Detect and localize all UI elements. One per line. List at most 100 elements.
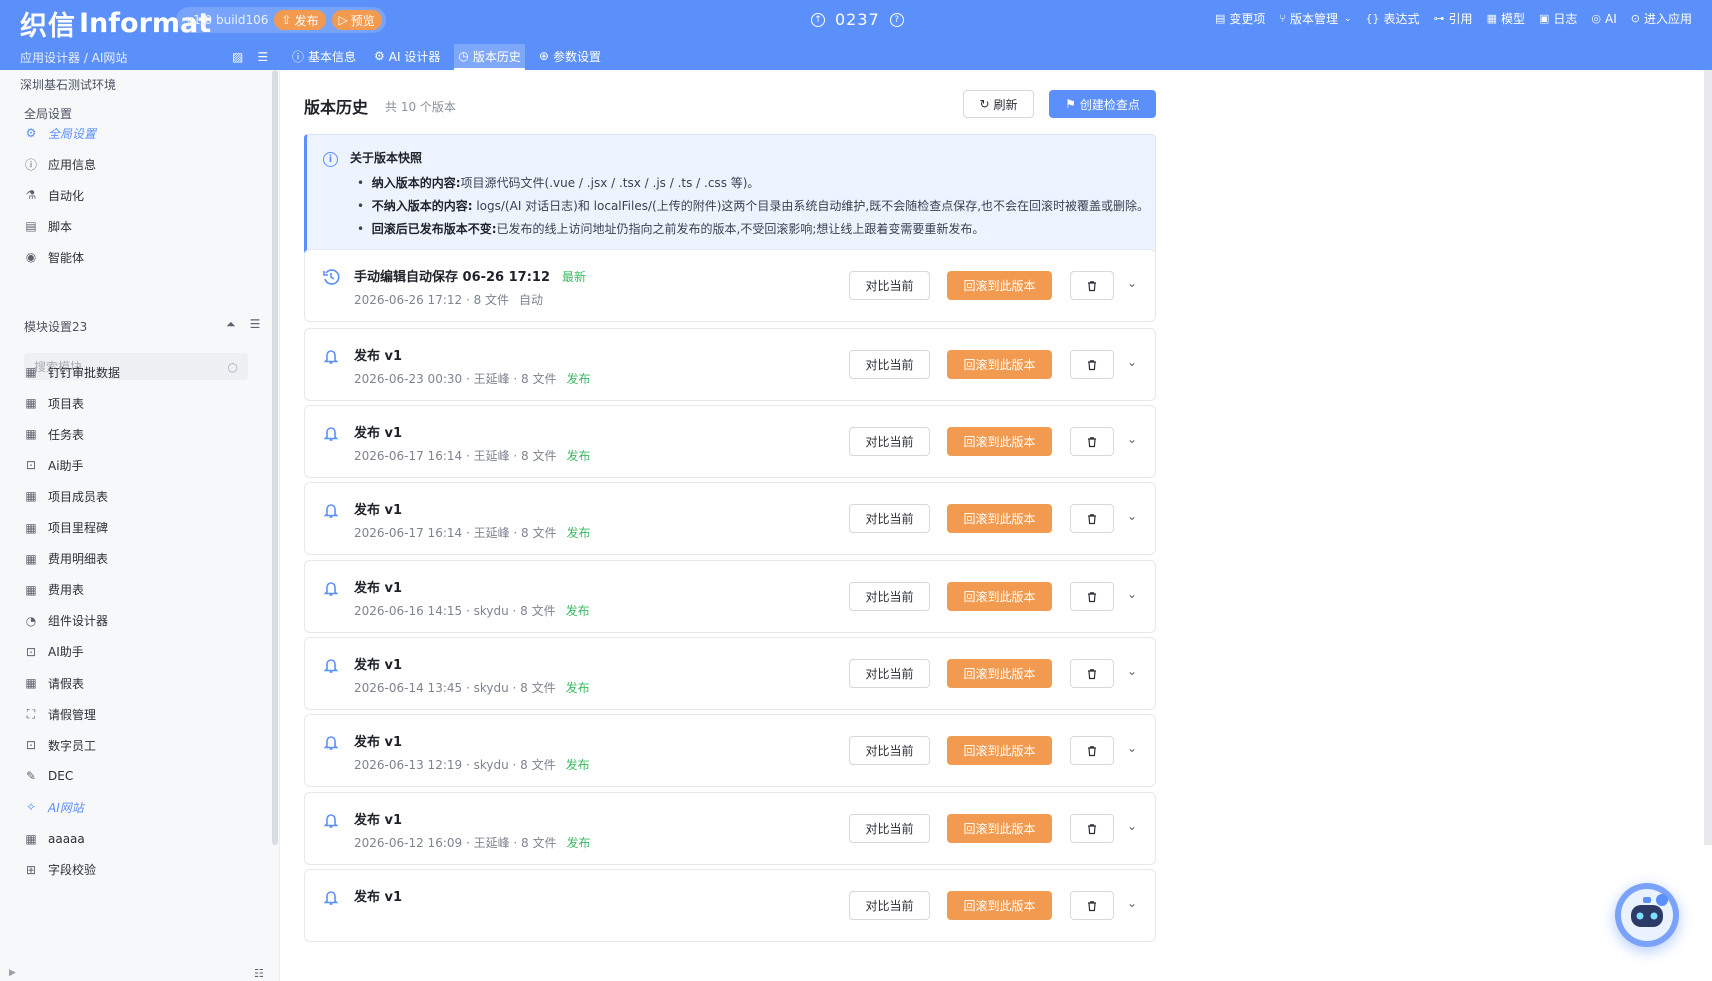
chevron-down-icon[interactable]: ⌄ (1127, 276, 1137, 290)
sidebar-item[interactable]: ⚗ 自动化 (24, 185, 84, 205)
sidebar-module-item[interactable]: ▦ 项目成员表 (24, 486, 108, 506)
sidebar-module-item[interactable]: ▦ 钉钉审批数据 (24, 362, 120, 382)
checkpoint-label: 创建检查点 (1079, 97, 1140, 112)
version-title-text: 发布 v1 (354, 503, 403, 518)
top-menu-item[interactable]: ▣ 日志 (1539, 10, 1577, 27)
image-icon: ▣ (1538, 12, 1550, 25)
rollback-button[interactable]: 回滚到此版本 (947, 350, 1052, 379)
top-menu-item[interactable]: ▦ 模型 (1487, 10, 1525, 27)
rollback-button[interactable]: 回滚到此版本 (947, 582, 1052, 611)
chevron-down-icon[interactable]: ⌄ (1127, 741, 1137, 755)
delete-button[interactable] (1070, 504, 1114, 533)
sidebar-module-item[interactable]: ◔ 组件设计器 (24, 611, 108, 631)
compare-button[interactable]: 对比当前 (849, 736, 930, 765)
breadcrumb[interactable]: 应用设计器 / AI网站 (20, 49, 127, 66)
compare-button[interactable]: 对比当前 (849, 271, 930, 300)
version-meta-text: 2026-06-23 00:30 · 王延峰 · 8 文件 (354, 372, 557, 386)
ai-web-icon: ✧ (25, 800, 37, 815)
sidebar-module-item[interactable]: ⊡ 数字员工 (24, 735, 96, 755)
sidebar-module-item[interactable]: ⛶ 请假管理 (24, 704, 96, 724)
expand-caret-icon[interactable]: ▶ (9, 968, 16, 978)
sidebar-module-item[interactable]: ▦ 项目表 (24, 393, 84, 413)
list-icon[interactable]: ☰ (257, 50, 268, 64)
note-icon[interactable]: ▨ (232, 50, 243, 64)
sidebar-item[interactable]: ⓘ 应用信息 (24, 154, 96, 174)
sidebar-item-label: 数字员工 (48, 738, 97, 753)
info-icon: ⓘ (24, 157, 37, 172)
chevron-down-icon[interactable]: ⌄ (1127, 432, 1137, 446)
page-scrollbar[interactable] (1704, 70, 1712, 845)
delete-button[interactable] (1070, 427, 1114, 456)
sidebar-module-item[interactable]: ✎ DEC (24, 766, 73, 786)
sidebar-module-item[interactable]: ⊡ AI助手 (24, 642, 84, 662)
bell-icon (322, 501, 340, 519)
sidebar-scrollbar[interactable] (272, 70, 278, 845)
sidebar-item[interactable]: ◉ 智能体 (24, 247, 84, 267)
table-icon: ▦ (25, 489, 37, 504)
top-menu-item[interactable]: ▤ 变更项 (1215, 10, 1265, 27)
sidebar-module-item[interactable]: ▦ 费用明细表 (24, 549, 108, 569)
delete-button[interactable] (1070, 271, 1114, 300)
refresh-button[interactable]: ↻ 刷新 (963, 90, 1034, 118)
upload-icon: ⇧ (281, 13, 292, 27)
delete-button[interactable] (1070, 736, 1114, 765)
delete-button[interactable] (1070, 814, 1114, 843)
preview-button[interactable]: ▷ 预览 (331, 10, 382, 30)
top-menu-item[interactable]: ◎ AI (1591, 12, 1616, 26)
sidebar-module-item[interactable]: ⊞ 字段校验 (24, 860, 96, 880)
ai-assistant-button[interactable] (1615, 883, 1679, 947)
rollback-button[interactable]: 回滚到此版本 (947, 736, 1052, 765)
delete-button[interactable] (1070, 659, 1114, 688)
rollback-button[interactable]: 回滚到此版本 (947, 659, 1052, 688)
compare-button[interactable]: 对比当前 (849, 582, 930, 611)
sidebar-module-item[interactable]: ▦ 任务表 (24, 424, 84, 444)
sidebar-item[interactable]: ⚙ 全局设置 (24, 123, 96, 143)
delete-button[interactable] (1070, 891, 1114, 920)
compare-button[interactable]: 对比当前 (849, 350, 930, 379)
sidebar-module-item[interactable]: ⊡ Ai助手 (24, 455, 84, 475)
globe-icon: ⊕ (538, 49, 549, 63)
link-icon: ⊶ (1433, 12, 1445, 25)
compare-button[interactable]: 对比当前 (849, 814, 930, 843)
rollback-button[interactable]: 回滚到此版本 (947, 271, 1052, 300)
chevron-down-icon[interactable]: ⌄ (1127, 355, 1137, 369)
table-icon: ▦ (25, 427, 37, 442)
sidebar-module-item[interactable]: ▦ aaaaa (24, 829, 84, 849)
help-icon[interactable]: ? (889, 12, 904, 27)
chevron-down-icon[interactable]: ⌄ (1127, 509, 1137, 523)
create-checkpoint-button[interactable]: ⚑ 创建检查点 (1049, 90, 1156, 118)
chevron-down-icon[interactable]: ⌄ (1127, 587, 1137, 601)
rollback-button[interactable]: 回滚到此版本 (947, 891, 1052, 920)
delete-button[interactable] (1070, 350, 1114, 379)
tab-history[interactable]: ◷ 版本历史 (454, 44, 525, 70)
sidebar-module-item[interactable]: ▦ 费用表 (24, 580, 84, 600)
filter-icon[interactable]: ☷ (254, 967, 264, 980)
tab-globe[interactable]: ⊕ 参数设置 (535, 44, 605, 70)
clock-icon[interactable]: ↑ (811, 12, 825, 27)
compare-button[interactable]: 对比当前 (849, 659, 930, 688)
tab-info[interactable]: ⓘ 基本信息 (288, 44, 360, 70)
sidebar-item[interactable]: ▤ 脚本 (24, 216, 72, 236)
sidebar-module-item[interactable]: ✧ AI网站 (24, 797, 84, 817)
sidebar-module-item[interactable]: ▦ 项目里程碑 (24, 518, 108, 538)
delete-button[interactable] (1070, 582, 1114, 611)
publish-button[interactable]: ⇧ 发布 (274, 10, 326, 30)
chevron-down-icon[interactable]: ⌄ (1127, 896, 1137, 910)
rollback-button[interactable]: 回滚到此版本 (947, 427, 1052, 456)
top-menu-item[interactable]: {} 表达式 (1366, 10, 1420, 27)
sidebar-module-item[interactable]: ▦ 请假表 (24, 673, 84, 693)
compare-button[interactable]: 对比当前 (849, 427, 930, 456)
rollback-button[interactable]: 回滚到此版本 (947, 504, 1052, 533)
chevron-down-icon[interactable]: ⌄ (1127, 819, 1137, 833)
chevron-down-icon[interactable]: ⌄ (1127, 664, 1137, 678)
top-menu-item[interactable]: ⑂ 版本管理 ⌄ (1279, 10, 1351, 27)
compare-button[interactable]: 对比当前 (849, 504, 930, 533)
compare-button[interactable]: 对比当前 (849, 891, 930, 920)
top-menu-item[interactable]: ⊶ 引用 (1434, 10, 1473, 27)
tab-ai-design[interactable]: ⚙ AI 设计器 (370, 44, 444, 70)
version-title-text: 发布 v1 (354, 426, 403, 441)
collapse-icon[interactable]: ⏶ (226, 317, 236, 332)
rollback-button[interactable]: 回滚到此版本 (947, 814, 1052, 843)
sort-icon[interactable]: ☰ (250, 317, 261, 332)
top-menu-item[interactable]: ⊙ 进入应用 (1631, 10, 1692, 27)
